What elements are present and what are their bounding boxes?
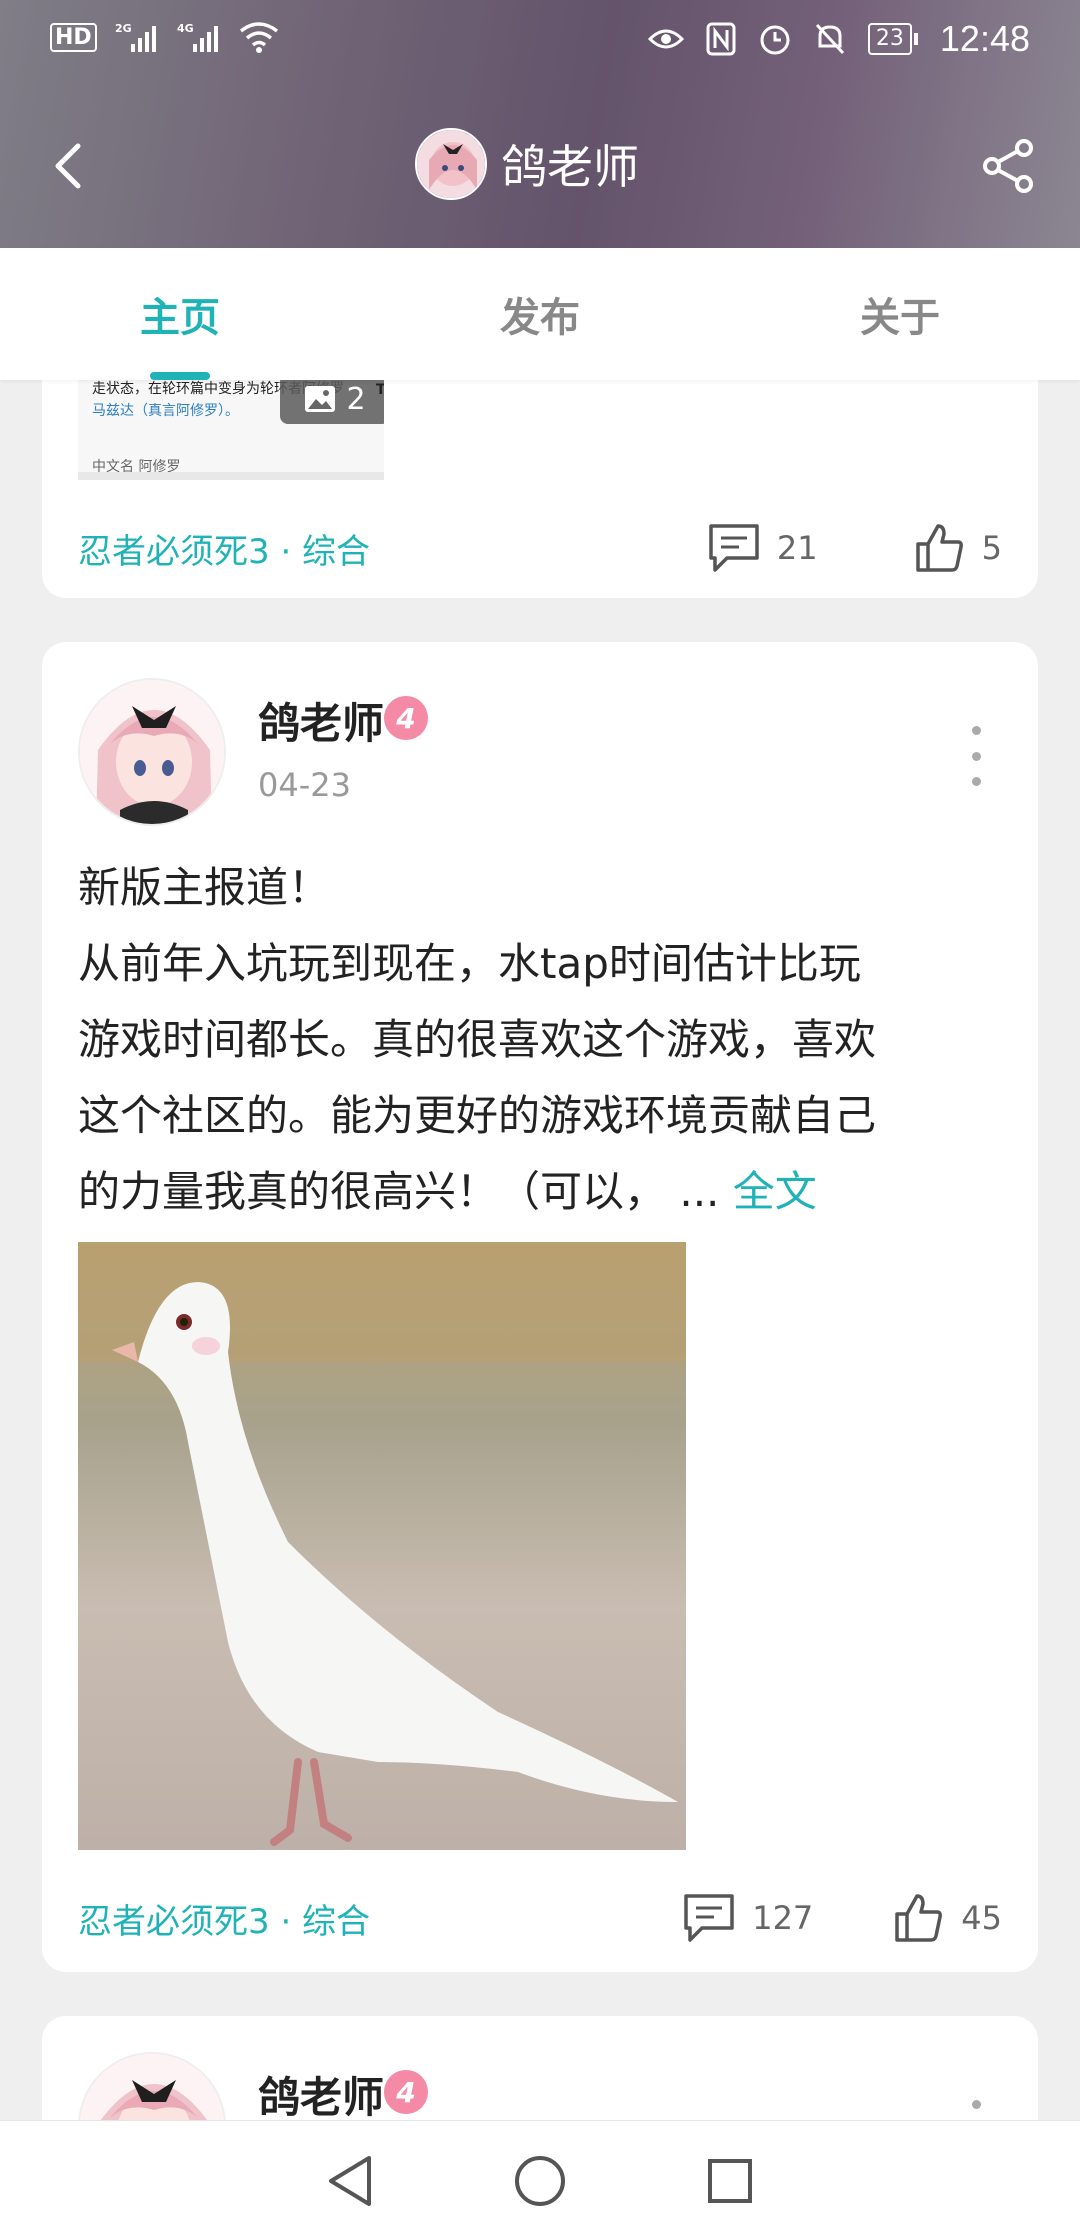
comment-button[interactable]: 127 [682,1892,813,1944]
back-button[interactable] [40,136,100,196]
like-count: 45 [961,1899,1002,1937]
post-text-line: 这个社区的。能为更好的游戏环境贡献自己 [78,1091,877,1140]
thumbs-up-icon [915,524,963,572]
clock: 12:48 [939,18,1030,59]
wifi-icon [239,22,278,53]
system-back-button[interactable] [320,2151,380,2211]
alarm-icon [760,25,790,55]
comment-button[interactable]: 21 [707,522,818,574]
share-button[interactable] [976,134,1040,198]
comment-icon [684,1894,734,1942]
thumbnail-text: 马兹达（真言阿修罗）。 [92,403,239,419]
nfc-icon [706,22,736,56]
thumbs-up-icon [895,1894,943,1942]
more-dot [971,2100,981,2109]
level-badge: 4 [384,2070,428,2114]
system-home-button[interactable] [510,2151,570,2211]
post-card[interactable]: 鸽老师 4 [42,2016,1038,2120]
profile-header: HD 2G 4G 23 12:48 鸽老师 [0,0,1080,248]
author-row: 鸽老师 4 [78,2052,1002,2120]
signal-4g-icon: 4G [177,22,218,52]
battery-level: 23 [867,23,912,55]
system-nav-bar [0,2120,1080,2240]
header-avatar[interactable] [415,128,487,200]
svg-text:2G: 2G [115,22,132,35]
avatar[interactable] [78,2052,226,2120]
author-name[interactable]: 鸽老师 [258,690,384,751]
back-icon [55,143,81,189]
author-name[interactable]: 鸽老师 [258,2064,384,2120]
home-circle-icon [515,2155,565,2206]
profile-tabs: 主页 发布 关于 [0,248,1080,380]
comment-icon [709,524,759,572]
tab-posts[interactable]: 发布 [360,248,720,380]
signal-2g-icon: 2G [115,22,156,52]
comment-count: 21 [776,529,818,567]
header-title: 鸽老师 [501,140,639,194]
topic-link[interactable]: 忍者必须死3 · 综合 [78,524,707,573]
recents-square-icon [708,2158,752,2203]
mute-icon [815,23,845,55]
more-options-button[interactable] [964,726,988,786]
image-count: 2 [346,381,366,417]
post-text-line: 游戏时间都长。真的很喜欢这个游戏，喜欢 [78,1015,877,1064]
post-card[interactable]: 走状态，在轮环篇中变身为轮环者阿修罗 马兹达（真言阿修罗）。 中文名 阿修罗 2… [42,380,1038,598]
post-text-line: 新版主报道！ [78,863,331,912]
svg-text:4G: 4G [177,22,194,35]
read-more-link[interactable]: 全文 [733,1167,817,1216]
hd-icon: HD [50,22,97,52]
post-thumbnail[interactable]: 走状态，在轮环篇中变身为轮环者阿修罗 马兹达（真言阿修罗）。 中文名 阿修罗 2… [78,380,384,480]
image-icon [305,386,336,412]
post-feed: 走状态，在轮环篇中变身为轮环者阿修罗 马兹达（真言阿修罗）。 中文名 阿修罗 2… [0,380,1080,2120]
like-count: 5 [981,529,1002,567]
comment-count: 127 [752,1899,814,1937]
thumbnail-corner-label: TA [376,382,384,398]
level-badge: 4 [384,696,428,740]
more-dot [971,751,981,761]
post-footer: 忍者必须死3 · 综合 21 5 [78,518,1002,578]
tab-about[interactable]: 关于 [720,248,1080,380]
post-body[interactable]: 新版主报道！ 从前年入坑玩到现在，水tap时间估计比玩 游戏时间都长。真的很喜欢… [78,850,1008,1230]
more-dot [971,726,981,735]
system-recents-button[interactable] [700,2151,760,2211]
eye-icon [647,29,684,49]
like-button[interactable]: 45 [893,1892,1002,1944]
battery-icon: 23 [867,23,918,55]
post-text-line: 从前年入坑玩到现在，水tap时间估计比玩 [78,939,861,988]
header-title-group: 鸽老师 [415,128,639,200]
more-options-button[interactable] [964,2100,988,2120]
image-count-badge: 2 [280,380,384,424]
post-footer: 忍者必须死3 · 综合 127 45 [78,1888,1002,1948]
status-bar: HD 2G 4G 23 12:48 [0,0,1080,80]
avatar[interactable] [78,678,226,826]
like-button[interactable]: 5 [914,522,1002,574]
post-card[interactable]: 鸽老师 4 04-23 新版主报道！ 从前年入坑玩到现在，水tap时间估计比玩 … [42,642,1038,1972]
top-nav: 鸽老师 [0,110,1080,220]
post-date: 04-23 [258,766,351,804]
share-icon [983,139,1033,193]
tab-home[interactable]: 主页 [0,248,360,380]
post-text-line: 的力量我真的很高兴！（可以， ... [78,1167,733,1216]
post-image[interactable] [78,1242,686,1850]
topic-link[interactable]: 忍者必须死3 · 综合 [78,1894,682,1943]
author-row: 鸽老师 4 04-23 [78,678,1002,828]
back-triangle-icon [329,2155,371,2206]
more-dot [971,777,981,786]
